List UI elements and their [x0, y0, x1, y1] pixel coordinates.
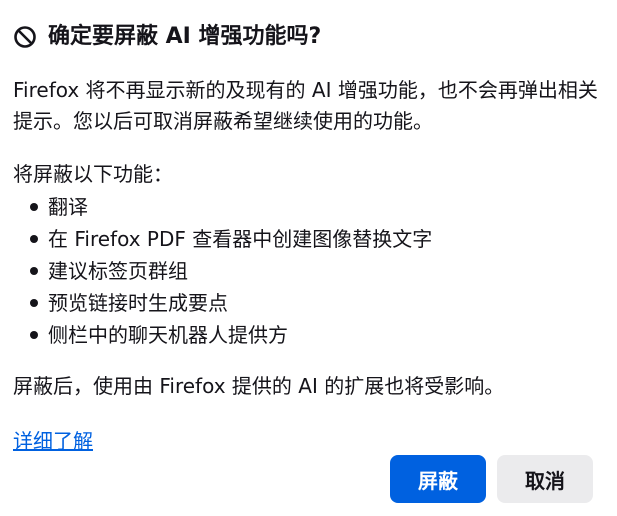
feature-list-heading: 将屏蔽以下功能：	[13, 162, 173, 186]
list-item: 建议标签页群组	[13, 255, 432, 287]
list-item: 翻译	[13, 191, 432, 223]
block-button[interactable]: 屏蔽	[390, 455, 486, 503]
extension-impact-note: 屏蔽后，使用由 Firefox 提供的 AI 的扩展也将受影响。	[13, 374, 505, 398]
dialog-header: 确定要屏蔽 AI 增强功能吗?	[13, 20, 321, 54]
block-icon	[13, 25, 37, 49]
block-ai-dialog: 确定要屏蔽 AI 增强功能吗? Firefox 将不再显示新的及现有的 AI 增…	[0, 0, 617, 516]
dialog-title: 确定要屏蔽 AI 增强功能吗?	[48, 24, 322, 49]
list-item: 在 Firefox PDF 查看器中创建图像替换文字	[13, 223, 432, 255]
learn-more-link[interactable]: 详细了解	[13, 426, 93, 456]
list-item: 预览链接时生成要点	[13, 287, 432, 319]
feature-list: 翻译 在 Firefox PDF 查看器中创建图像替换文字 建议标签页群组 预览…	[13, 191, 432, 351]
dialog-description: Firefox 将不再显示新的及现有的 AI 增强功能，也不会再弹出相关提示。您…	[13, 78, 598, 133]
list-item: 侧栏中的聊天机器人提供方	[13, 319, 432, 351]
cancel-button[interactable]: 取消	[497, 455, 593, 503]
